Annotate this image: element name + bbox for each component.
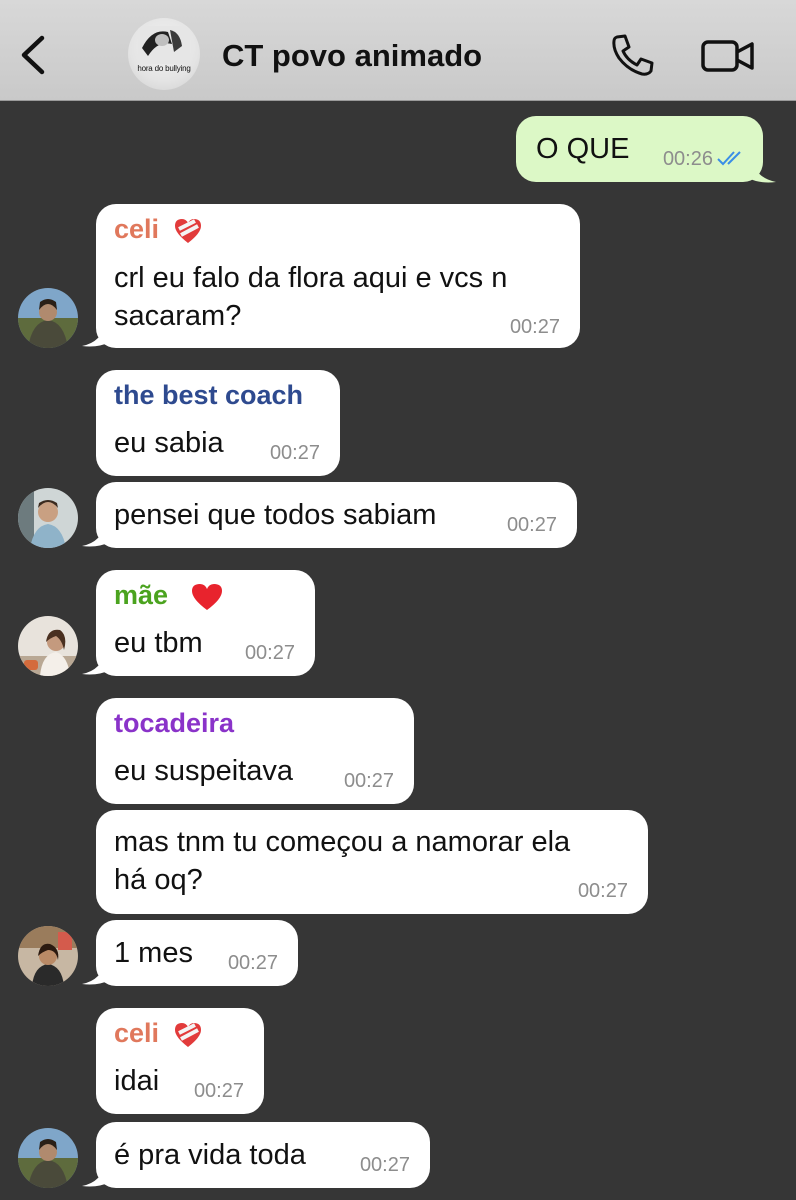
sender-name: celi <box>114 214 203 245</box>
group-avatar[interactable]: hora do bullying <box>128 18 200 90</box>
message-time: 00:26 <box>662 148 713 170</box>
message-text-line: crl eu falo da flora aqui e vcs n <box>114 262 508 294</box>
back-chevron-icon[interactable] <box>14 30 54 80</box>
avatar-image <box>18 926 78 986</box>
message-time: 00:27 <box>343 770 394 792</box>
message-text: é pra vida toda <box>114 1139 306 1171</box>
message-text: pensei que todos sabiam <box>114 499 437 531</box>
message-text: eu sabia <box>114 427 224 459</box>
message-text: O QUE <box>536 133 630 165</box>
sender-name: celi <box>114 1018 203 1049</box>
sender-name-text: mãe <box>114 580 169 610</box>
message-bubble[interactable]: pensei que todos sabiam 00:27 <box>96 482 577 548</box>
message-bubble[interactable]: the best coach eu sabia 00:27 <box>96 370 340 476</box>
double-check-icon <box>717 151 741 166</box>
message-bubble[interactable]: mãe eu tbm 00:27 <box>96 570 315 676</box>
message-time: 00:27 <box>227 952 278 974</box>
message-bubble[interactable]: tocadeira eu suspeitava 00:27 <box>96 698 414 804</box>
sender-name: tocadeira <box>114 708 235 738</box>
avatar-image <box>18 616 78 676</box>
message-time: 00:27 <box>269 442 320 464</box>
avatar-tocadeira[interactable] <box>18 926 78 986</box>
avatar-image <box>18 288 78 348</box>
message-bubble-outgoing[interactable]: O QUE 00:26 <box>516 116 763 182</box>
message-time: 00:27 <box>193 1080 244 1102</box>
bandaged-heart-icon <box>174 1022 201 1047</box>
sender-name-text: celi <box>114 214 160 244</box>
message-text-line: há oq? <box>114 864 203 896</box>
message-bubble[interactable]: 1 mes 00:27 <box>96 920 298 986</box>
group-avatar-image <box>138 26 190 64</box>
message-time: 00:27 <box>359 1154 410 1176</box>
message-text-line: sacaram? <box>114 300 242 332</box>
message-bubble[interactable]: celi crl eu falo da flora aqui e vcs n s… <box>96 204 580 348</box>
avatar-image <box>18 488 78 548</box>
message-bubble[interactable]: mas tnm tu começou a namorar ela há oq? … <box>96 810 648 914</box>
message-bubble[interactable]: é pra vida toda 00:27 <box>96 1122 430 1188</box>
message-text-line: mas tnm tu começou a namorar ela <box>114 826 571 858</box>
avatar-the-best-coach[interactable] <box>18 488 78 548</box>
message-time: 00:27 <box>506 514 557 536</box>
video-camera-icon[interactable] <box>700 36 756 76</box>
message-time: 00:27 <box>509 316 560 338</box>
avatar-mae[interactable] <box>18 616 78 676</box>
message-time: 00:27 <box>244 642 295 664</box>
avatar-celi[interactable] <box>18 1128 78 1188</box>
sender-name: the best coach <box>114 380 304 410</box>
chat-title[interactable]: CT povo animado <box>222 38 482 74</box>
chat-header: hora do bullying CT povo animado <box>0 0 796 101</box>
bandaged-heart-icon <box>174 218 201 243</box>
sender-name-text: celi <box>114 1018 160 1048</box>
message-text: 1 mes <box>114 937 193 969</box>
sender-name: mãe <box>114 580 224 612</box>
message-text: idai <box>114 1065 160 1097</box>
red-heart-icon <box>191 583 222 610</box>
message-time: 00:27 <box>577 880 628 902</box>
group-avatar-caption: hora do bullying <box>137 64 191 73</box>
message-text: eu tbm <box>114 627 203 659</box>
avatar-celi[interactable] <box>18 288 78 348</box>
message-bubble[interactable]: celi idai 00:27 <box>96 1008 264 1114</box>
message-text: eu suspeitava <box>114 755 293 787</box>
phone-icon[interactable] <box>608 32 658 78</box>
avatar-image <box>18 1128 78 1188</box>
